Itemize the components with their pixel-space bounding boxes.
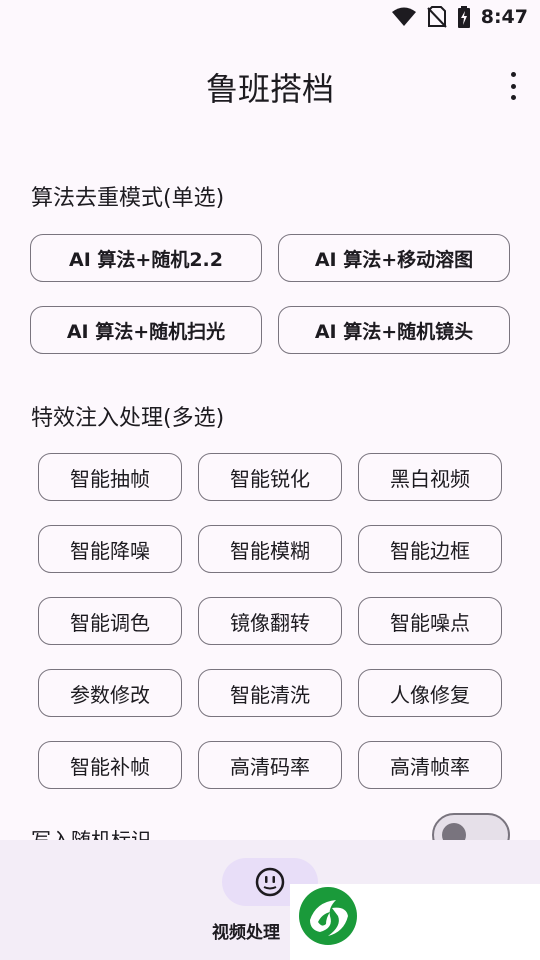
ad-logo-icon [299,887,357,945]
algo-section-title: 算法去重模式(单选) [31,186,225,211]
fx-option[interactable]: 人像修复 [358,669,502,717]
status-icons: 8:47 [391,6,528,28]
more-vert-icon[interactable] [506,70,520,102]
fx-option[interactable]: 黑白视频 [358,453,502,501]
wifi-icon [391,7,416,26]
fx-option[interactable]: 智能锐化 [198,453,342,501]
fx-section-title: 特效注入处理(多选) [31,406,225,431]
fx-option[interactable]: 高清帧率 [358,741,502,789]
fx-option[interactable]: 镜像翻转 [198,597,342,645]
fx-option[interactable]: 智能补帧 [38,741,182,789]
app-title: 鲁班搭档 [205,70,334,108]
battery-charging-icon [457,6,470,28]
fx-option[interactable]: 智能噪点 [358,597,502,645]
fx-option[interactable]: 智能边框 [358,525,502,573]
fx-option[interactable]: 参数修改 [38,669,182,717]
app-bar: 鲁班搭档 [0,56,540,116]
fx-option[interactable]: 智能清洗 [198,669,342,717]
face-icon [255,867,285,897]
fx-option[interactable]: 智能模糊 [198,525,342,573]
algo-option-random-2-2[interactable]: AI 算法+随机2.2 [30,234,262,282]
ad-overlay[interactable] [290,884,540,960]
algo-option-random-scan[interactable]: AI 算法+随机扫光 [30,306,262,354]
nav-label-video-processing: 视频处理 [212,923,280,943]
fx-option[interactable]: 高清码率 [198,741,342,789]
no-sim-icon [427,6,447,28]
algo-option-random-lens[interactable]: AI 算法+随机镜头 [278,306,510,354]
fx-option[interactable]: 智能降噪 [38,525,182,573]
algo-option-move-blend[interactable]: AI 算法+移动溶图 [278,234,510,282]
fx-option[interactable]: 智能调色 [38,597,182,645]
status-time: 8:47 [480,6,528,28]
status-bar: 8:47 [0,0,540,36]
fx-option[interactable]: 智能抽帧 [38,453,182,501]
